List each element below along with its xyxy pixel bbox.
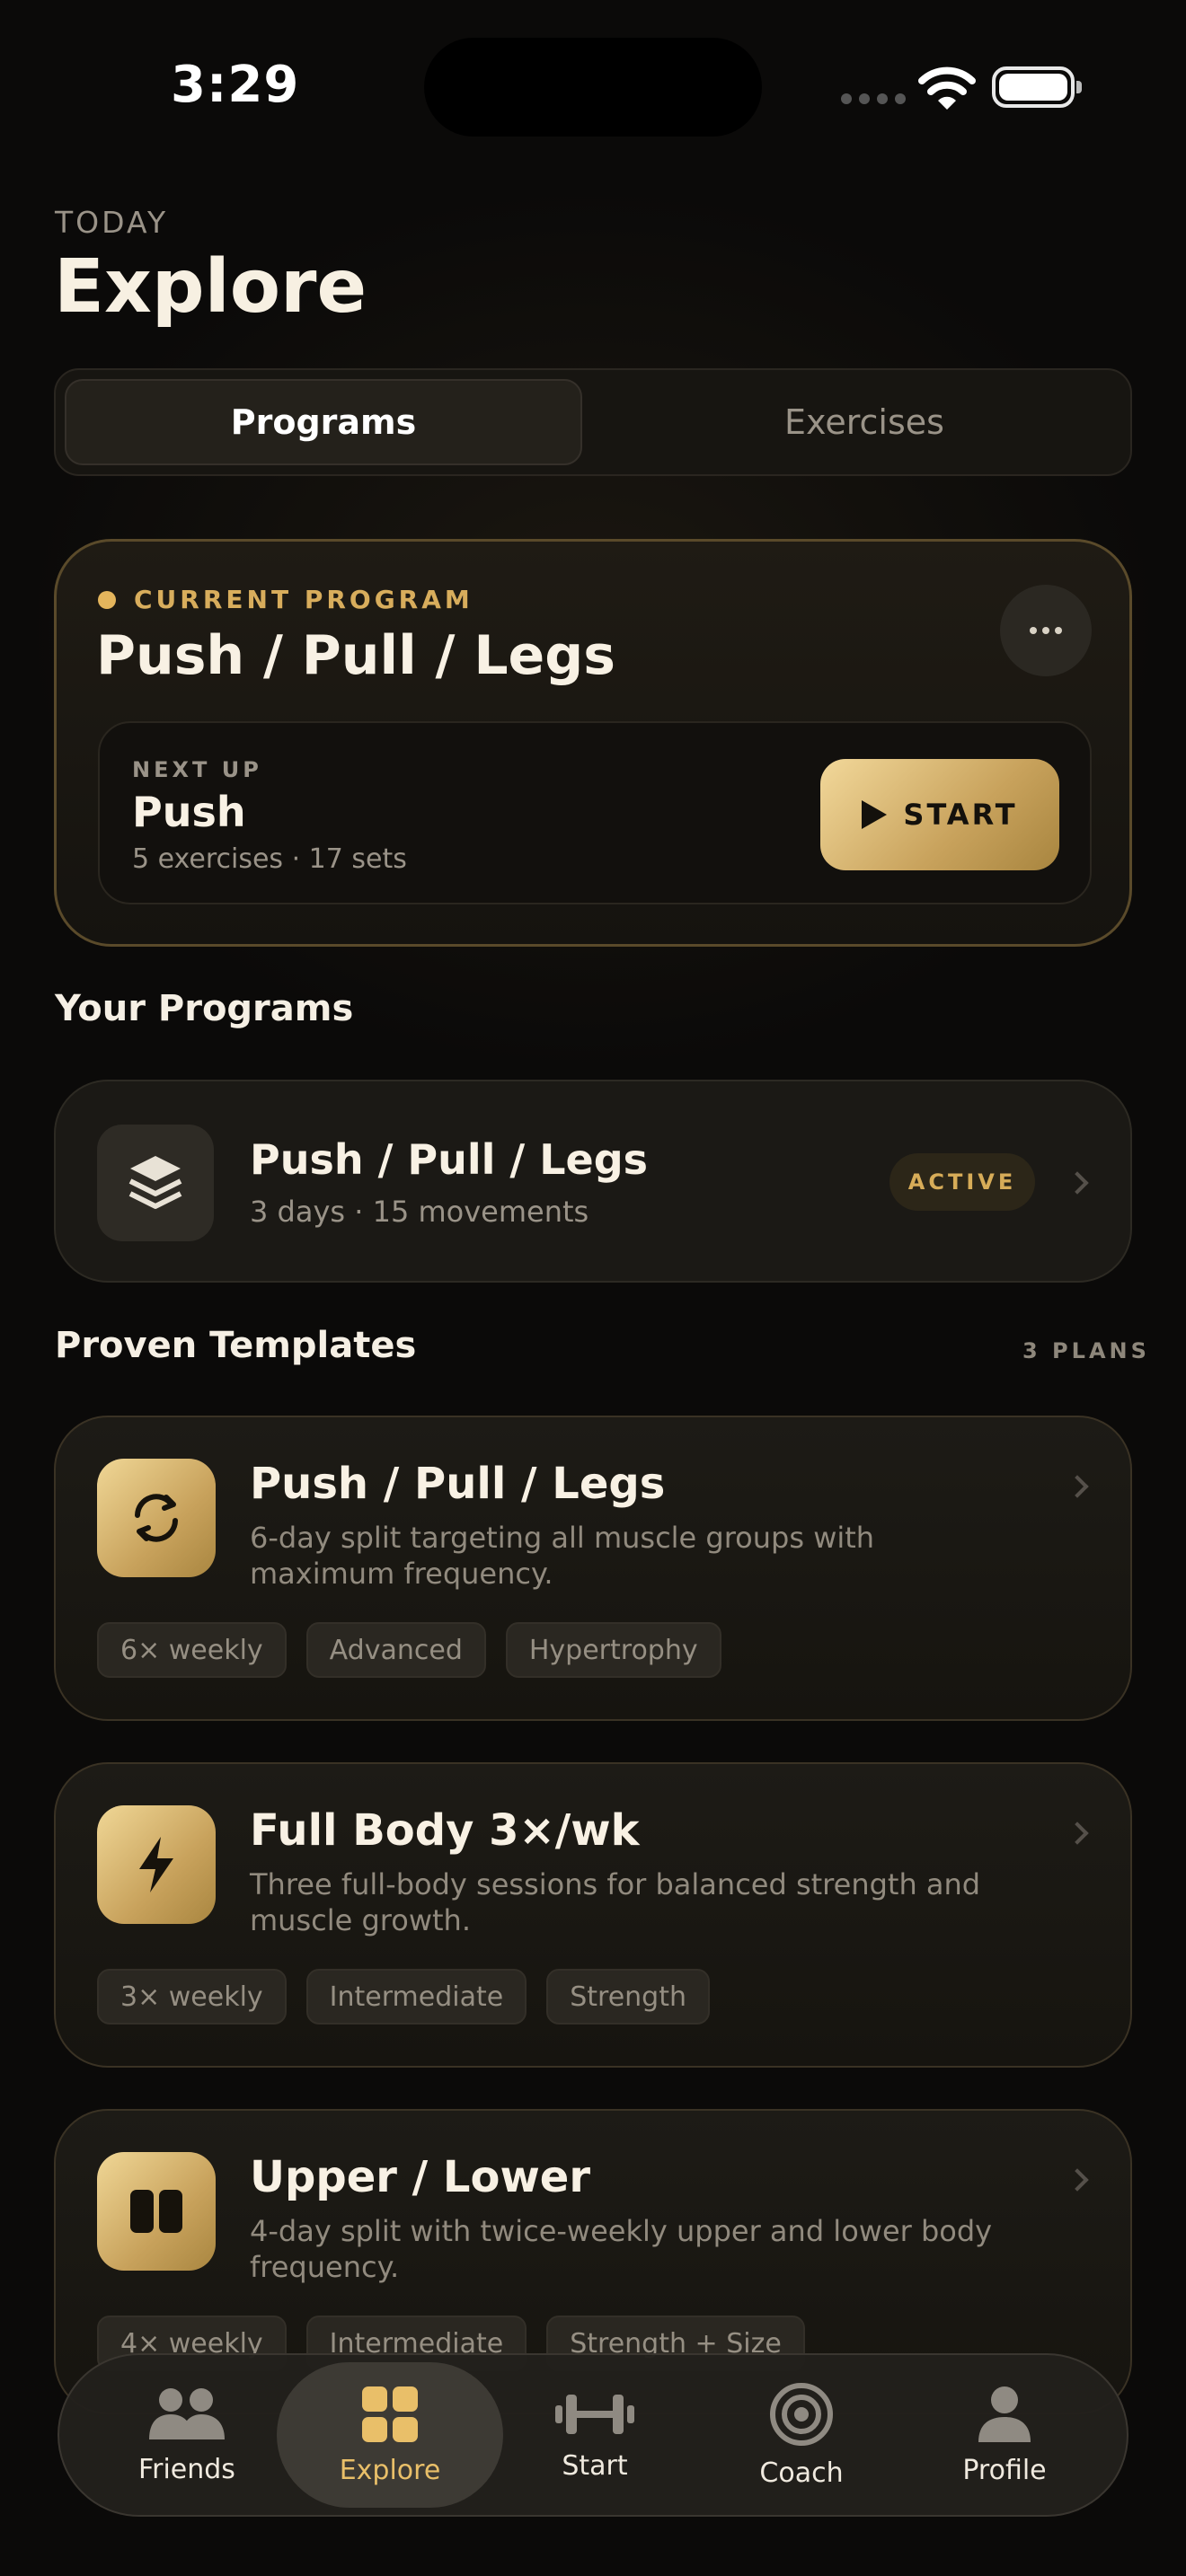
next-up-label: NEXT UP xyxy=(132,757,262,782)
grid-icon xyxy=(362,2386,418,2442)
status-badge: ACTIVE xyxy=(890,1153,1035,1211)
person-icon xyxy=(978,2386,1031,2442)
tag: Advanced xyxy=(305,1622,486,1678)
tag: 3× weekly xyxy=(97,1969,287,2025)
chevron-right-icon xyxy=(1066,1475,1089,1498)
tag: Intermediate xyxy=(305,1969,527,2025)
tab-bar: Friends Explore Start Coach Profile xyxy=(58,2353,1128,2517)
current-program-card[interactable]: CURRENT PROGRAM Push / Pull / Legs NEXT … xyxy=(54,539,1132,947)
tab-coach[interactable]: Coach xyxy=(688,2362,915,2508)
next-up-title: Push xyxy=(132,788,246,836)
your-program-subtitle: 3 days · 15 movements xyxy=(250,1195,589,1229)
chevron-right-icon xyxy=(1066,2168,1089,2192)
status-time: 3:29 xyxy=(171,56,300,114)
your-programs-heading: Your Programs xyxy=(55,988,354,1029)
template-tags: 3× weekly Intermediate Strength xyxy=(97,1969,711,2025)
tab-label: Start xyxy=(562,2449,628,2482)
page-title: Explore xyxy=(54,244,367,330)
current-program-title: Push / Pull / Legs xyxy=(96,624,615,687)
segment-exercises[interactable]: Exercises xyxy=(606,379,1123,465)
start-button-label: START xyxy=(903,798,1018,832)
layers-icon xyxy=(97,1125,214,1241)
tab-explore[interactable]: Explore xyxy=(277,2362,503,2508)
start-button[interactable]: START xyxy=(820,759,1059,870)
signal-icon xyxy=(841,93,906,104)
template-description: 4-day split with twice-weekly upper and … xyxy=(250,2214,993,2284)
target-icon xyxy=(770,2382,833,2446)
templates-heading: Proven Templates xyxy=(55,1325,417,1366)
tab-profile[interactable]: Profile xyxy=(891,2362,1118,2508)
template-title: Upper / Lower xyxy=(250,2152,591,2202)
bolt-icon xyxy=(97,1805,216,1924)
template-title: Full Body 3×/wk xyxy=(250,1805,640,1856)
tab-label: Coach xyxy=(759,2457,844,2489)
chevron-right-icon xyxy=(1066,1822,1089,1845)
battery-icon xyxy=(992,66,1082,108)
tab-friends[interactable]: Friends xyxy=(74,2362,300,2508)
more-icon xyxy=(1030,627,1037,634)
dumbbell-icon xyxy=(555,2394,634,2434)
template-description: Three full-body sessions for balanced st… xyxy=(250,1867,981,1937)
next-up-subtitle: 5 exercises · 17 sets xyxy=(132,843,407,875)
chevron-right-icon xyxy=(1066,1171,1089,1195)
wifi-icon xyxy=(918,66,976,110)
refresh-icon xyxy=(97,1459,216,1577)
tag: Strength xyxy=(546,1969,711,2025)
tag: 6× weekly xyxy=(97,1622,287,1678)
tab-label: Explore xyxy=(339,2454,441,2486)
your-program-title: Push / Pull / Legs xyxy=(250,1135,649,1184)
current-program-dot xyxy=(98,591,116,609)
tab-label: Friends xyxy=(138,2453,235,2485)
tag: Hypertrophy xyxy=(505,1622,721,1678)
current-program-label: CURRENT PROGRAM xyxy=(134,585,474,614)
template-card[interactable]: Full Body 3×/wk Three full-body sessions… xyxy=(54,1762,1132,2068)
template-card[interactable]: Push / Pull / Legs 6-day split targeting… xyxy=(54,1416,1132,1721)
segment-programs[interactable]: Programs xyxy=(65,379,582,465)
segmented-control: Programs Exercises xyxy=(54,368,1132,476)
template-tags: 6× weekly Advanced Hypertrophy xyxy=(97,1622,721,1678)
your-program-item[interactable]: Push / Pull / Legs 3 days · 15 movements… xyxy=(54,1080,1132,1283)
tab-label: Profile xyxy=(962,2454,1047,2486)
friends-icon xyxy=(149,2387,225,2439)
tab-start[interactable]: Start xyxy=(482,2362,708,2508)
template-title: Push / Pull / Legs xyxy=(250,1459,666,1509)
play-icon xyxy=(862,800,888,829)
more-options-button[interactable] xyxy=(1000,585,1092,676)
next-up-panel: NEXT UP Push 5 exercises · 17 sets START xyxy=(98,721,1092,904)
templates-count: 3 PLANS xyxy=(1022,1338,1150,1363)
header-eyebrow: TODAY xyxy=(55,205,169,240)
template-description: 6-day split targeting all muscle groups … xyxy=(250,1521,875,1591)
split-icon xyxy=(97,2152,216,2271)
dynamic-island xyxy=(424,38,762,137)
